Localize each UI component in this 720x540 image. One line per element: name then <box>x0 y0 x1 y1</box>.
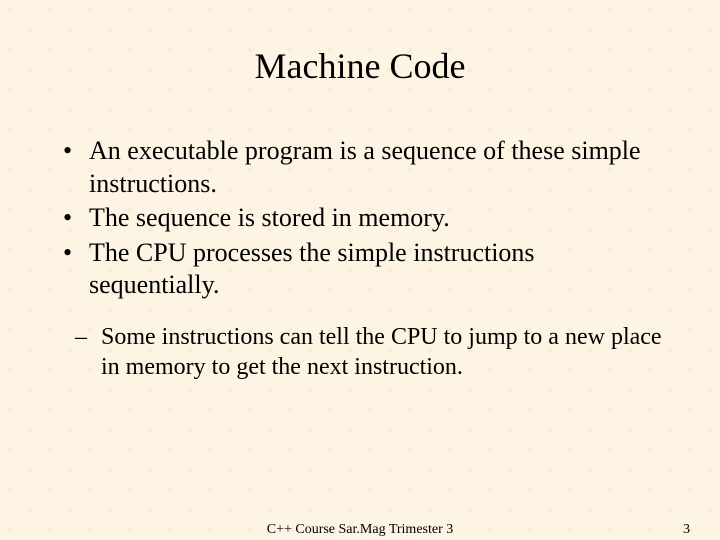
bullet-list: An executable program is a sequence of t… <box>55 135 665 302</box>
slide: Machine Code An executable program is a … <box>0 0 720 540</box>
sub-bullet-list: Some instructions can tell the CPU to ju… <box>55 322 665 383</box>
slide-title: Machine Code <box>55 45 665 87</box>
bullet-item: The CPU processes the simple instruction… <box>85 237 665 302</box>
bullet-item: An executable program is a sequence of t… <box>85 135 665 200</box>
sub-bullet-item: Some instructions can tell the CPU to ju… <box>97 322 665 383</box>
footer-page-number: 3 <box>683 522 690 538</box>
footer-center-text: C++ Course Sar.Mag Trimester 3 <box>0 522 720 538</box>
bullet-item: The sequence is stored in memory. <box>85 202 665 235</box>
